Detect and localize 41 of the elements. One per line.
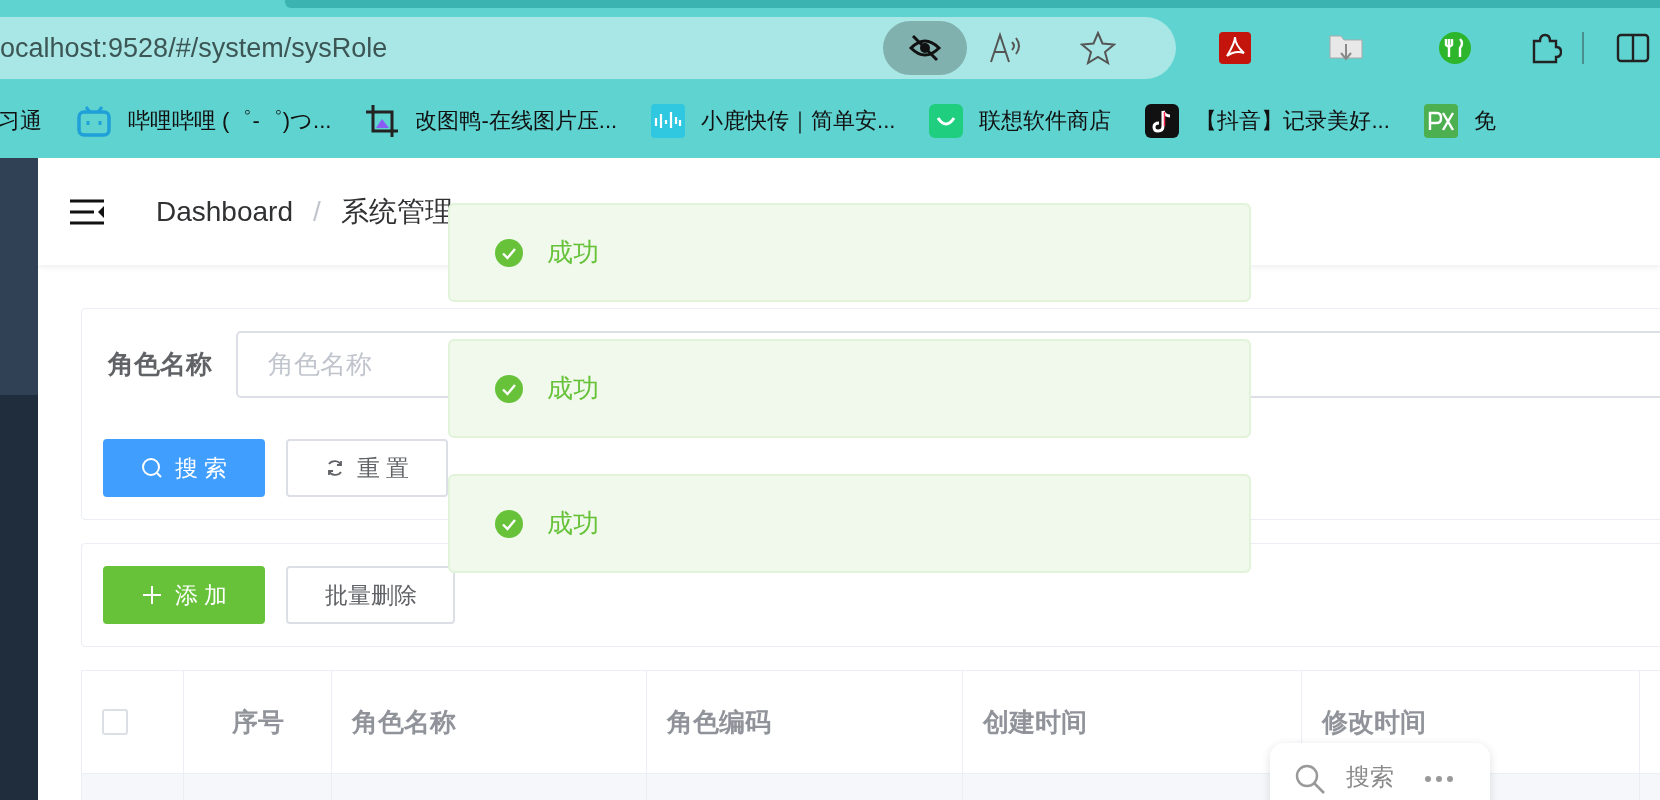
shopping-bag-icon [929,104,964,138]
bookmark-link[interactable]: 小鹿快传｜简单安... [701,106,896,136]
column-header: 修改时间 [1322,705,1426,739]
split-screen-icon[interactable] [1616,33,1650,63]
column-header: 序号 [231,705,284,739]
plus-icon [140,584,163,606]
bookmark-link[interactable]: 改图鸭-在线图片压... [415,106,618,136]
column-header: 角色名称 [352,705,456,739]
bookmark-link[interactable]: 免 [1473,106,1496,136]
check-circle-icon [495,509,523,538]
batch-delete-button[interactable]: 批量删除 [286,566,455,624]
more-icon[interactable] [1424,775,1454,783]
check-circle-icon [495,374,523,403]
px-logo-icon [1423,104,1458,138]
crop-icon [365,104,400,138]
search-icon [140,457,163,479]
bookmark-link[interactable]: 哔哩哔哩 (゜-゜)つ... [128,106,332,136]
pdf-icon[interactable] [1218,31,1252,65]
column-header: 创建时间 [983,705,1087,739]
bookmark-link[interactable]: 【抖音】记录美好... [1195,106,1390,136]
tracking-prevention-button[interactable] [883,21,967,75]
breadcrumb-separator: / [313,195,321,228]
bookmark-link[interactable]: 联想软件商店 [979,106,1112,136]
eye-slash-icon [908,34,942,62]
select-all-checkbox[interactable] [102,709,128,735]
breadcrumb-item[interactable]: Dashboard [156,195,293,228]
toast-message: 成功 [547,236,599,269]
field-label: 角色名称 [108,348,212,381]
music-note-icon [1145,104,1180,138]
star-icon[interactable] [1080,31,1116,65]
check-circle-icon [495,238,523,267]
toast-message: 成功 [547,372,599,405]
tv-icon [76,105,112,137]
menu-fold-icon[interactable] [70,198,104,225]
fork-knife-icon[interactable] [1438,31,1472,65]
search-icon[interactable] [1294,763,1326,795]
reset-button[interactable]: 重 置 [286,439,448,497]
toast-message: 成功 [547,507,599,540]
wave-logo-icon [651,104,686,138]
column-header: 角色编码 [667,705,771,739]
bookmark-link[interactable]: 习通 [0,106,42,136]
